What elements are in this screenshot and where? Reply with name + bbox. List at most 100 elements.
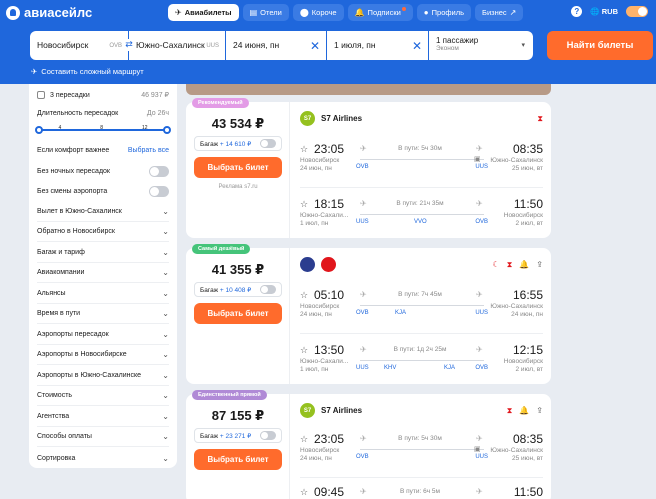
no-night-filter: Без ночных пересадок <box>37 166 169 177</box>
departure-time: 18:15 <box>314 197 345 211</box>
share-icon[interactable]: ⇪ <box>536 406 543 416</box>
chevron-down-icon: ⌄ <box>162 207 169 216</box>
filter-section-return[interactable]: Обратно в Новосибирск ⌄ <box>37 222 169 242</box>
no-airport-change-filter: Без смены аэропорта <box>37 186 169 197</box>
destination-field[interactable]: Южно-Сахалинск UUS <box>129 31 225 60</box>
filter-transfers-3[interactable]: 3 пересадки 46 937 ₽ <box>37 91 169 99</box>
filter-section-agencies[interactable]: Агентства ⌄ <box>37 407 169 427</box>
ad-banner[interactable] <box>186 84 551 95</box>
night-icon: ☾ <box>492 260 500 269</box>
ticket-card-cheapest[interactable]: Самый дешёвый 41 355 ₽ Багаж + 10 408 ₽ … <box>186 244 551 384</box>
filter-section-baggage[interactable]: Багаж и тариф ⌄ <box>37 243 169 263</box>
chevron-down-icon: ⌄ <box>162 391 169 400</box>
airline-info: S7 S7 Airlines <box>300 403 362 418</box>
duration: В пути: 6ч 5м <box>399 488 441 495</box>
baggage-toggle[interactable] <box>260 139 276 148</box>
duration: В пути: 5ч 30м <box>398 145 442 152</box>
duration: В пути: 5ч 30м <box>398 435 442 442</box>
return-date-field[interactable]: 1 июля, пн ✕ <box>327 31 428 60</box>
bell-icon[interactable]: 🔔 <box>519 260 529 270</box>
price-column: 87 155 ₽ Багаж + 23 271 ₽ Выбрать билет <box>186 394 290 499</box>
pin-icon[interactable]: ☆ <box>300 345 308 356</box>
chevron-down-icon: ⌄ <box>162 412 169 421</box>
s7-logo-icon: S7 <box>300 403 315 418</box>
filter-section-travel-time[interactable]: Время в пути ⌄ <box>37 304 169 324</box>
bell-icon: 🔔 <box>354 8 365 17</box>
buy-ticket-button[interactable]: Выбрать билет <box>194 449 282 470</box>
pin-icon[interactable]: ☆ <box>300 434 308 445</box>
filter-section-destination-airports[interactable]: Аэропорты в Южно-Сахалинске ⌄ <box>37 366 169 386</box>
card-icons: ☾ ⧗ 🔔 ⇪ <box>493 260 543 270</box>
pin-icon[interactable]: ☆ <box>300 290 308 301</box>
departure-time: 13:50 <box>314 343 345 357</box>
theme-toggle[interactable] <box>626 6 648 17</box>
no-night-toggle[interactable] <box>149 166 169 177</box>
luggage-icon: ▣ <box>474 156 481 163</box>
buy-ticket-button[interactable]: Выбрать билет <box>194 157 282 178</box>
nav-flights[interactable]: ✈ Авиабилеты <box>168 4 239 21</box>
ad-label: Реклама s7.ru <box>218 184 258 190</box>
departure-time: 23:05 <box>314 142 345 156</box>
ticket-price: 43 534 ₽ <box>211 116 265 131</box>
nav-business[interactable]: Бизнес ↗ <box>475 4 524 21</box>
arrival-time: 11:50 <box>513 485 543 499</box>
clear-icon[interactable]: ✕ <box>310 39 320 53</box>
nav-subscriptions[interactable]: 🔔 Подписки <box>347 4 413 21</box>
swap-icon[interactable]: ⇄ <box>124 39 134 51</box>
pin-icon[interactable]: ☆ <box>300 487 308 498</box>
filter-section-departure[interactable]: Вылет в Южно-Сахалинск ⌄ <box>37 202 169 222</box>
plane-landing-icon: ✈ <box>476 487 483 496</box>
baggage-toggle[interactable] <box>260 431 276 440</box>
filter-section-payment[interactable]: Способы оплаты ⌄ <box>37 427 169 447</box>
header-right: ? 🌐 RUB <box>571 6 648 17</box>
plane-landing-icon: ✈ <box>476 345 483 354</box>
origin-field[interactable]: Новосибирск OVB <box>30 31 128 60</box>
checkbox[interactable] <box>37 91 45 99</box>
luggage-icon: ▣ <box>474 446 481 453</box>
clear-icon[interactable]: ✕ <box>412 39 422 53</box>
baggage-option[interactable]: Багаж + 10 408 ₽ <box>194 282 282 297</box>
departure-date-field[interactable]: 24 июня, пн ✕ <box>226 31 326 60</box>
chevron-down-icon: ⌄ <box>162 309 169 318</box>
bell-icon[interactable]: 🔔 <box>519 406 529 416</box>
complex-route-link[interactable]: ✈ Составить сложный маршрут <box>31 67 144 76</box>
route-line <box>360 305 484 306</box>
chevron-down-icon: ⌄ <box>162 330 169 339</box>
promo-icon[interactable]: ⧗ <box>537 114 543 124</box>
baggage-option[interactable]: Багаж + 14 610 ₽ <box>194 136 282 151</box>
ticket-card-recommended[interactable]: Рекомендуемый 43 534 ₽ Багаж + 14 610 ₽ … <box>186 98 551 238</box>
find-tickets-button[interactable]: Найти билеты <box>547 31 653 60</box>
arrival-time: 08:35 <box>512 432 543 446</box>
plane-icon: ✈ <box>175 8 182 17</box>
nav-hotels[interactable]: ▤ Отели <box>242 4 289 21</box>
filter-section-airlines[interactable]: Авиакомпании ⌄ <box>37 263 169 283</box>
promo-icon[interactable]: ⧗ <box>507 260 513 270</box>
no-airport-change-toggle[interactable] <box>149 186 169 197</box>
airline-logo-icon <box>300 257 315 272</box>
filter-section-alliances[interactable]: Альянсы ⌄ <box>37 284 169 304</box>
promo-icon[interactable]: ⧗ <box>507 406 513 416</box>
logo[interactable]: авиасейлс <box>6 5 92 20</box>
pin-icon[interactable]: ☆ <box>300 199 308 210</box>
filter-section-transfer-airports[interactable]: Аэропорты пересадок ⌄ <box>37 325 169 345</box>
nav-profile[interactable]: ● Профиль <box>416 4 472 21</box>
segment-outbound: ☆ 23:05 ✈ В пути: 5ч 30м ✈ 08:35 Новосиб… <box>300 142 543 172</box>
select-all-link[interactable]: Выбрать все <box>128 147 169 154</box>
baggage-option[interactable]: Багаж + 23 271 ₽ <box>194 428 282 443</box>
ticket-price: 87 155 ₽ <box>211 408 265 423</box>
passengers-field[interactable]: 1 пассажир Эконом ▾ <box>429 31 533 60</box>
nav-short[interactable]: ⬤ Короче <box>292 4 344 21</box>
arrival-time: 16:55 <box>512 288 543 302</box>
help-icon[interactable]: ? <box>571 6 583 17</box>
chevron-down-icon: ⌄ <box>162 289 169 298</box>
filter-section-sorting[interactable]: Сортировка ⌄ <box>37 448 169 468</box>
pin-icon[interactable]: ☆ <box>300 144 308 155</box>
ticket-card-direct[interactable]: Единственный прямой 87 155 ₽ Багаж + 23 … <box>186 390 551 499</box>
buy-ticket-button[interactable]: Выбрать билет <box>194 303 282 324</box>
baggage-toggle[interactable] <box>260 285 276 294</box>
currency-selector[interactable]: 🌐 RUB <box>590 7 618 16</box>
plane-icon: ✈ <box>31 67 38 76</box>
filter-section-price[interactable]: Стоимость ⌄ <box>37 386 169 406</box>
share-icon[interactable]: ⇪ <box>536 260 543 270</box>
filter-section-origin-airports[interactable]: Аэропорты в Новосибирске ⌄ <box>37 345 169 365</box>
